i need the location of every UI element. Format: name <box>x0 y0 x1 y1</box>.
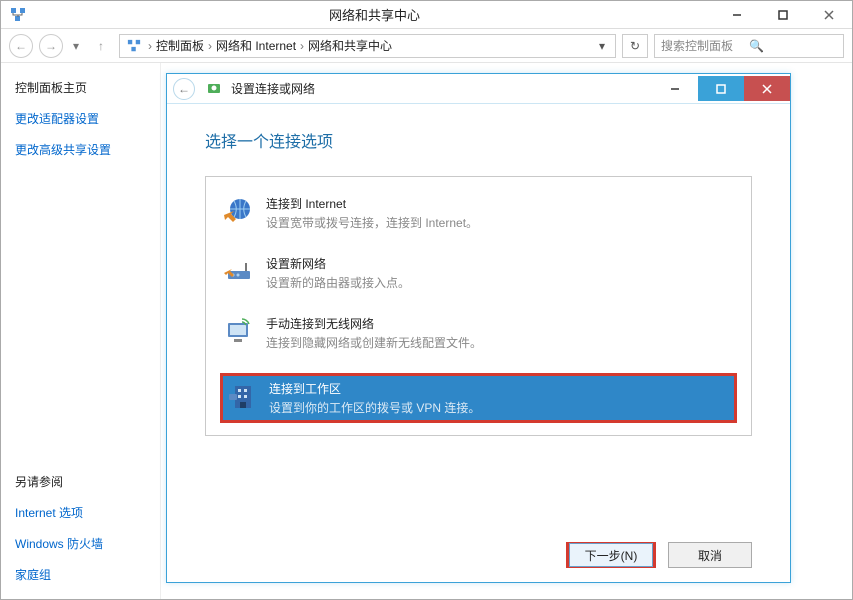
chevron-right-icon: › <box>148 39 152 53</box>
option-desc: 设置宽带或拨号连接，连接到 Internet。 <box>266 214 478 231</box>
outer-minimize-button[interactable] <box>714 1 760 28</box>
option-desc: 连接到隐藏网络或创建新无线配置文件。 <box>266 334 482 351</box>
option-connect-workplace-highlight: 连接到工作区 设置到你的工作区的拨号或 VPN 连接。 <box>220 373 737 423</box>
sidebar-link-advanced-sharing[interactable]: 更改高级共享设置 <box>15 141 146 158</box>
connection-options-list: 连接到 Internet 设置宽带或拨号连接，连接到 Internet。 设置新… <box>205 176 752 436</box>
cancel-button[interactable]: 取消 <box>668 542 752 568</box>
sidebar-title: 控制面板主页 <box>15 79 146 96</box>
option-connect-workplace[interactable]: 连接到工作区 设置到你的工作区的拨号或 VPN 连接。 <box>223 376 734 420</box>
globe-icon <box>222 195 254 227</box>
chevron-right-icon: › <box>208 39 212 53</box>
network-center-icon <box>124 36 144 56</box>
option-title: 设置新网络 <box>266 255 410 272</box>
network-center-icon <box>7 4 29 26</box>
address-breadcrumb[interactable]: › 控制面板 › 网络和 Internet › 网络和共享中心 ▾ <box>119 34 616 58</box>
breadcrumb-dropdown[interactable]: ▾ <box>593 39 611 53</box>
sidebar: 控制面板主页 更改适配器设置 更改高级共享设置 另请参阅 Internet 选项… <box>1 63 161 599</box>
breadcrumb-item[interactable]: 网络和 Internet <box>216 37 296 54</box>
search-input[interactable]: 搜索控制面板 🔍 <box>654 34 844 58</box>
router-icon <box>222 255 254 287</box>
wizard-close-button[interactable] <box>744 76 790 101</box>
sidebar-link-adapter-settings[interactable]: 更改适配器设置 <box>15 110 146 127</box>
sidebar-link-homegroup[interactable]: 家庭组 <box>15 566 146 583</box>
sidebar-link-windows-firewall[interactable]: Windows 防火墙 <box>15 535 146 552</box>
search-placeholder: 搜索控制面板 <box>661 37 749 54</box>
nav-forward-button[interactable]: → <box>39 34 63 58</box>
option-title: 连接到工作区 <box>269 380 480 397</box>
building-icon <box>225 380 257 412</box>
nav-up-button[interactable]: ↑ <box>89 34 113 58</box>
network-wizard-icon <box>205 80 223 98</box>
option-desc: 设置到你的工作区的拨号或 VPN 连接。 <box>269 399 480 416</box>
next-button-highlight: 下一步(N) <box>566 542 656 568</box>
outer-maximize-button[interactable] <box>760 1 806 28</box>
option-title: 手动连接到无线网络 <box>266 315 482 332</box>
sidebar-link-internet-options[interactable]: Internet 选项 <box>15 504 146 521</box>
option-manual-wireless[interactable]: 手动连接到无线网络 连接到隐藏网络或创建新无线配置文件。 <box>220 313 737 353</box>
option-title: 连接到 Internet <box>266 195 478 212</box>
content-area: ← 设置连接或网络 选择一个连接选项 <box>161 63 852 599</box>
wizard-title: 设置连接或网络 <box>231 80 652 97</box>
option-connect-internet[interactable]: 连接到 Internet 设置宽带或拨号连接，连接到 Internet。 <box>220 193 737 233</box>
wizard-maximize-button[interactable] <box>698 76 744 101</box>
wizard-back-button[interactable]: ← <box>173 78 195 100</box>
sidebar-section-title: 另请参阅 <box>15 473 146 490</box>
wizard-minimize-button[interactable] <box>652 76 698 101</box>
breadcrumb-item[interactable]: 控制面板 <box>156 37 204 54</box>
breadcrumb-item[interactable]: 网络和共享中心 <box>308 37 392 54</box>
outer-titlebar: 网络和共享中心 <box>1 1 852 29</box>
refresh-button[interactable]: ↻ <box>622 34 648 58</box>
search-icon[interactable]: 🔍 <box>749 39 837 53</box>
wizard-window: ← 设置连接或网络 选择一个连接选项 <box>166 73 791 583</box>
wizard-button-row: 下一步(N) 取消 <box>205 528 752 568</box>
wizard-heading: 选择一个连接选项 <box>205 128 752 152</box>
next-button[interactable]: 下一步(N) <box>569 543 653 567</box>
outer-window-title: 网络和共享中心 <box>35 5 714 24</box>
wizard-titlebar: ← 设置连接或网络 <box>167 74 790 104</box>
monitor-wifi-icon <box>222 315 254 347</box>
nav-back-button[interactable]: ← <box>9 34 33 58</box>
option-desc: 设置新的路由器或接入点。 <box>266 274 410 291</box>
chevron-right-icon: › <box>300 39 304 53</box>
outer-window-controls <box>714 1 852 28</box>
outer-close-button[interactable] <box>806 1 852 28</box>
control-panel-window: 网络和共享中心 ← → ▾ ↑ › 控制面板 › 网络和 Internet › … <box>0 0 853 600</box>
nav-history-dropdown[interactable]: ▾ <box>69 39 83 53</box>
option-setup-network[interactable]: 设置新网络 设置新的路由器或接入点。 <box>220 253 737 293</box>
navigation-bar: ← → ▾ ↑ › 控制面板 › 网络和 Internet › 网络和共享中心 … <box>1 29 852 63</box>
